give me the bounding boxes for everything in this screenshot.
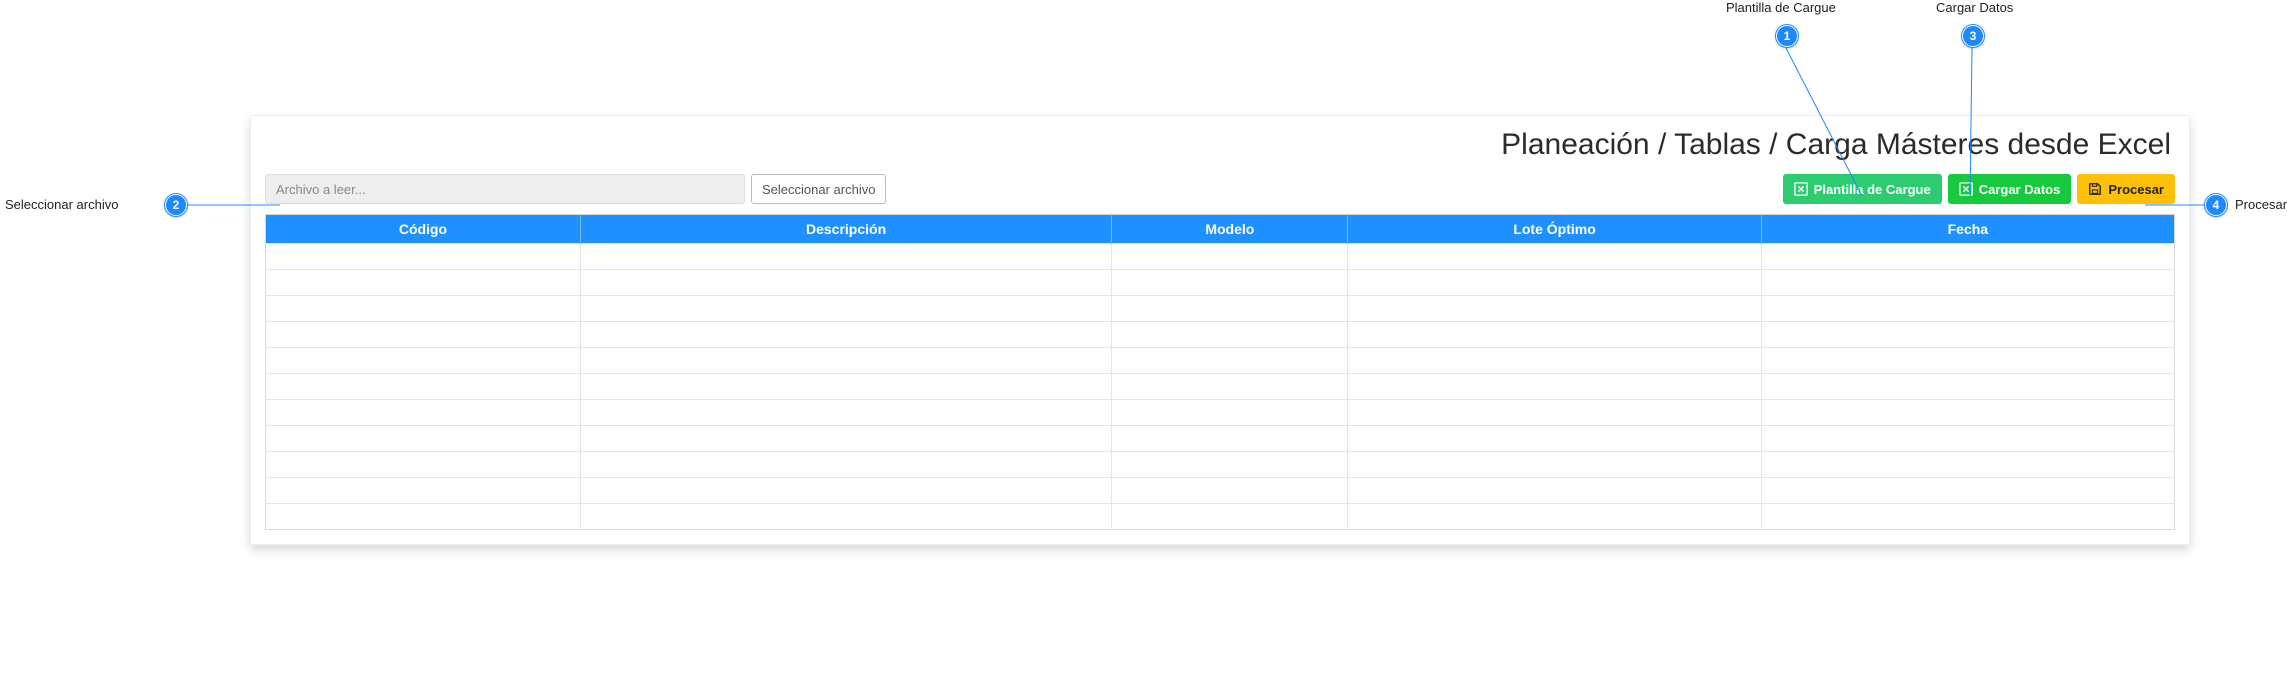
cell xyxy=(580,478,1111,504)
data-grid: CódigoDescripciónModeloLote ÓptimoFecha xyxy=(265,214,2175,530)
process-label: Procesar xyxy=(2108,182,2164,197)
cell xyxy=(266,270,581,296)
column-header: Código xyxy=(266,215,581,244)
cell xyxy=(1761,426,2174,452)
callout-3-label: Cargar Datos xyxy=(1936,0,2013,15)
cell xyxy=(1348,504,1761,530)
cell xyxy=(1112,270,1348,296)
table-row xyxy=(266,478,2175,504)
grid-header-row: CódigoDescripciónModeloLote ÓptimoFecha xyxy=(266,215,2175,244)
cell xyxy=(1761,452,2174,478)
table-row xyxy=(266,426,2175,452)
cell xyxy=(1112,452,1348,478)
cell xyxy=(580,400,1111,426)
process-button[interactable]: Procesar xyxy=(2077,174,2175,204)
cell xyxy=(1348,348,1761,374)
column-header: Lote Óptimo xyxy=(1348,215,1761,244)
callout-2-badge: 2 xyxy=(165,194,187,216)
callout-1-badge: 1 xyxy=(1776,25,1798,47)
cell xyxy=(1348,270,1761,296)
table-row xyxy=(266,270,2175,296)
cell xyxy=(1348,452,1761,478)
cell xyxy=(580,426,1111,452)
cell xyxy=(1761,400,2174,426)
toolbar: Archivo a leer... Seleccionar archivo Pl… xyxy=(265,174,2175,204)
cell xyxy=(1348,374,1761,400)
select-file-button[interactable]: Seleccionar archivo xyxy=(751,174,886,204)
callout-4-badge: 4 xyxy=(2205,194,2227,216)
cell xyxy=(1348,296,1761,322)
table-row xyxy=(266,322,2175,348)
cell xyxy=(580,296,1111,322)
cell xyxy=(266,296,581,322)
cell xyxy=(580,348,1111,374)
cell xyxy=(580,270,1111,296)
download-template-label: Plantilla de Cargue xyxy=(1814,182,1931,197)
cell xyxy=(1761,244,2174,270)
cell xyxy=(1112,244,1348,270)
cell xyxy=(1112,400,1348,426)
main-panel: Planeación / Tablas / Carga Másteres des… xyxy=(250,115,2190,545)
cell xyxy=(580,374,1111,400)
cell xyxy=(580,244,1111,270)
cell xyxy=(1761,270,2174,296)
breadcrumb: Planeación / Tablas / Carga Másteres des… xyxy=(265,126,2175,174)
column-header: Modelo xyxy=(1112,215,1348,244)
column-header: Fecha xyxy=(1761,215,2174,244)
cell xyxy=(266,322,581,348)
cell xyxy=(1761,296,2174,322)
callout-1-label: Plantilla de Cargue xyxy=(1726,0,1836,15)
download-template-button[interactable]: Plantilla de Cargue xyxy=(1783,174,1942,204)
file-path-input[interactable]: Archivo a leer... xyxy=(265,174,745,204)
cell xyxy=(1112,374,1348,400)
cell xyxy=(1348,322,1761,348)
cell xyxy=(1761,374,2174,400)
table-row xyxy=(266,348,2175,374)
table-row xyxy=(266,296,2175,322)
cell xyxy=(266,478,581,504)
cell xyxy=(1348,478,1761,504)
column-header: Descripción xyxy=(580,215,1111,244)
cell xyxy=(1761,322,2174,348)
cell xyxy=(580,322,1111,348)
cell xyxy=(1348,426,1761,452)
cell xyxy=(1761,348,2174,374)
cell xyxy=(1112,322,1348,348)
callout-4-label: Procesar xyxy=(2235,197,2287,212)
table-row xyxy=(266,504,2175,530)
callout-2-label: Seleccionar archivo xyxy=(5,197,118,212)
cell xyxy=(266,400,581,426)
excel-icon xyxy=(1959,182,1973,196)
cell xyxy=(1761,478,2174,504)
cell xyxy=(1112,426,1348,452)
cell xyxy=(266,426,581,452)
table-row xyxy=(266,452,2175,478)
callout-3-badge: 3 xyxy=(1962,25,1984,47)
table-row xyxy=(266,244,2175,270)
cell xyxy=(1348,400,1761,426)
cell xyxy=(1112,296,1348,322)
save-icon xyxy=(2088,182,2102,196)
cell xyxy=(266,348,581,374)
cell xyxy=(1112,348,1348,374)
cell xyxy=(580,452,1111,478)
cell xyxy=(266,452,581,478)
cell xyxy=(266,244,581,270)
cell xyxy=(1761,504,2174,530)
table-row xyxy=(266,374,2175,400)
cell xyxy=(1348,244,1761,270)
load-data-button[interactable]: Cargar Datos xyxy=(1948,174,2072,204)
cell xyxy=(266,374,581,400)
cell xyxy=(1112,478,1348,504)
cell xyxy=(1112,504,1348,530)
excel-icon xyxy=(1794,182,1808,196)
table-row xyxy=(266,400,2175,426)
cell xyxy=(266,504,581,530)
load-data-label: Cargar Datos xyxy=(1979,182,2061,197)
cell xyxy=(580,504,1111,530)
